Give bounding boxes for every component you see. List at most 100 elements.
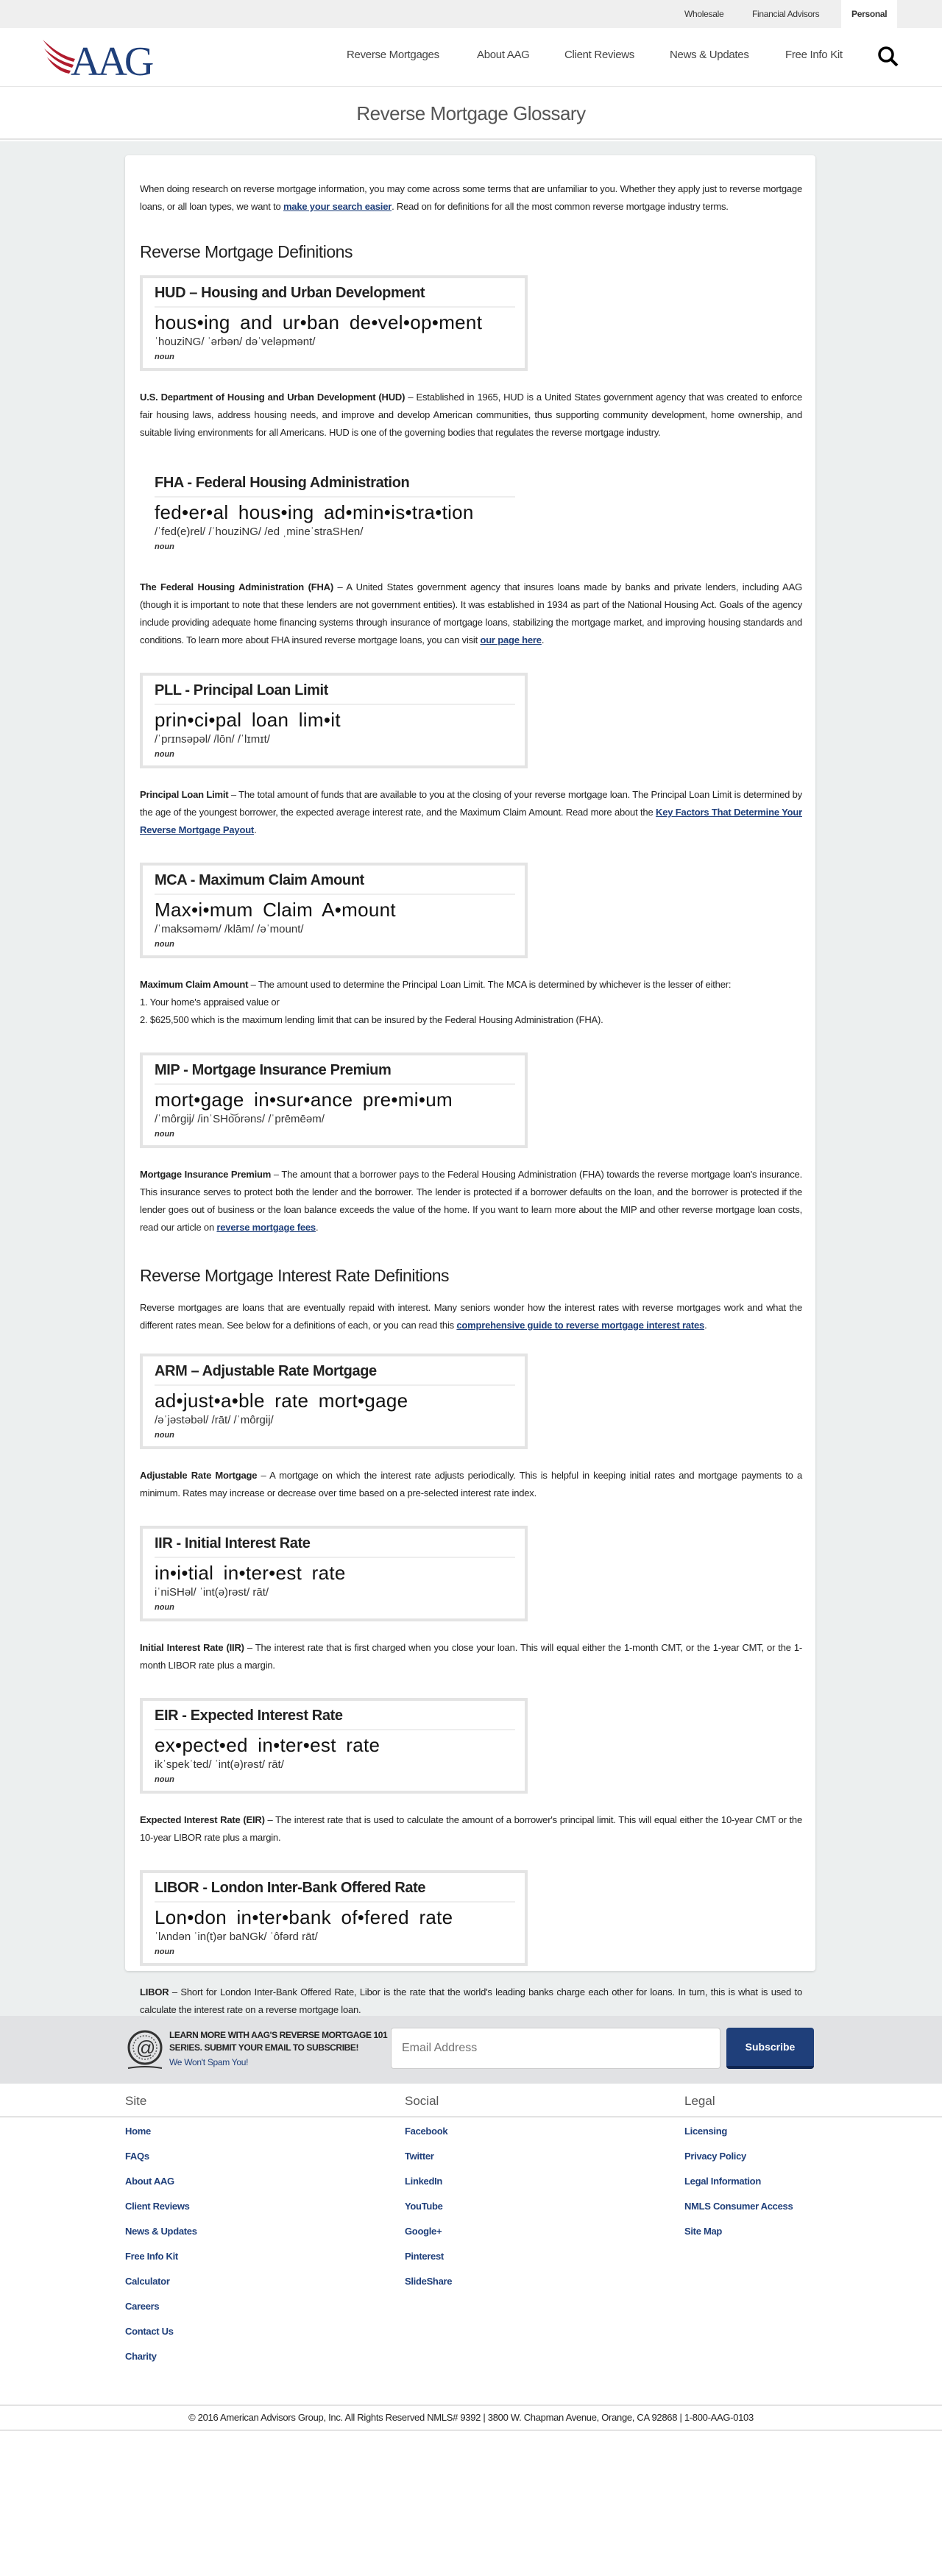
text: . bbox=[541, 634, 545, 645]
nav-client-reviews[interactable]: Client Reviews bbox=[564, 49, 634, 61]
footer-link[interactable]: Facebook bbox=[405, 2126, 452, 2151]
copyright: © 2016 American Advisors Group, Inc. All… bbox=[0, 2405, 942, 2431]
term-part-of-speech: noun bbox=[155, 353, 174, 361]
term-phonetic: /ˈmôrgij/ /inˈSHo͝orəns/ /ˈprēmēəm/ bbox=[155, 1113, 325, 1125]
footer-heading-site: Site bbox=[125, 2094, 147, 2108]
svg-text:@: @ bbox=[136, 2037, 155, 2059]
footer-link[interactable]: Twitter bbox=[405, 2151, 452, 2176]
definition-term: U.S. Department of Housing and Urban Dev… bbox=[140, 392, 406, 403]
footer-link[interactable]: About AAG bbox=[125, 2176, 197, 2201]
footer-legal-links: Licensing Privacy Policy Legal Information… bbox=[684, 2126, 793, 2251]
term-phonetic: /ˈmaksəməm/ /klām/ /əˈmount/ bbox=[155, 923, 304, 935]
term-title: HUD – Housing and Urban Development bbox=[155, 285, 515, 308]
term-definition: Expected Interest Rate (EIR) – The inter… bbox=[140, 1811, 802, 1847]
term-phonetic: ikˈspekˈted/ ˈint(ə)rəst/ rāt/ bbox=[155, 1758, 284, 1771]
footer-link[interactable]: Site Map bbox=[684, 2226, 793, 2251]
term-title: IIR - Initial Interest Rate bbox=[155, 1535, 515, 1558]
nav-reverse-mortgages[interactable]: Reverse Mortgages bbox=[347, 49, 439, 61]
intro-paragraph: When doing research on reverse mortgage … bbox=[140, 180, 802, 216]
definition-term: LIBOR bbox=[140, 1986, 169, 1998]
term-definition: Principal Loan Limit – The total amount … bbox=[140, 786, 802, 839]
footer-link[interactable]: LinkedIn bbox=[405, 2176, 452, 2201]
list-item: 2. $625,500 which is the maximum lending… bbox=[140, 1014, 603, 1025]
inline-link[interactable]: make your search easier bbox=[283, 201, 392, 212]
nav-news-updates[interactable]: News & Updates bbox=[670, 49, 749, 61]
definition-term: Principal Loan Limit bbox=[140, 789, 229, 800]
footer-headings: Site Social Legal bbox=[0, 2084, 942, 2117]
term-title: MIP - Mortgage Insurance Premium bbox=[155, 1062, 515, 1085]
definition-term: Maximum Claim Amount bbox=[140, 979, 249, 990]
term-definition: Mortgage Insurance Premium – The amount … bbox=[140, 1166, 802, 1236]
site-header: AAG Reverse Mortgages About AAG Client R… bbox=[0, 28, 942, 87]
term-title: ARM – Adjustable Rate Mortgage bbox=[155, 1363, 515, 1386]
section-heading: Reverse Mortgage Interest Rate Definitio… bbox=[140, 1266, 450, 1285]
term-phonetic: ˈlʌndən ˈin(t)ər baNGk/ ˈôfərd rāt/ bbox=[155, 1931, 318, 1943]
footer-link[interactable]: Charity bbox=[125, 2351, 197, 2376]
text: . bbox=[704, 1320, 707, 1331]
search-icon[interactable] bbox=[877, 46, 899, 68]
term-part-of-speech: noun bbox=[155, 542, 174, 551]
term-box: PLL - Principal Loan Limit prin•ci•pal lo… bbox=[140, 673, 528, 768]
footer-link[interactable]: FAQs bbox=[125, 2151, 197, 2176]
footer-link[interactable]: News & Updates bbox=[125, 2226, 197, 2251]
footer-link[interactable]: Client Reviews bbox=[125, 2201, 197, 2226]
term-box: HUD – Housing and Urban Development hous•… bbox=[140, 275, 528, 371]
footer-link[interactable]: Careers bbox=[125, 2301, 197, 2326]
footer-link[interactable]: NMLS Consumer Access bbox=[684, 2201, 793, 2226]
nav-about-aag[interactable]: About AAG bbox=[477, 49, 530, 61]
term-part-of-speech: noun bbox=[155, 1775, 174, 1784]
footer-link[interactable]: Pinterest bbox=[405, 2251, 452, 2276]
text: – Short for London Inter-Bank Offered Ra… bbox=[140, 1986, 802, 2015]
definition-term: Initial Interest Rate (IIR) bbox=[140, 1642, 244, 1653]
term-title: PLL - Principal Loan Limit bbox=[155, 682, 515, 705]
inline-link[interactable]: reverse mortgage fees bbox=[216, 1222, 316, 1233]
footer-link[interactable]: Calculator bbox=[125, 2276, 197, 2301]
text: . Read on for definitions for all the mo… bbox=[392, 201, 729, 212]
newsletter-no-spam: We Won't Spam You! bbox=[169, 2057, 249, 2067]
term-definition: Initial Interest Rate (IIR) – The intere… bbox=[140, 1639, 802, 1674]
footer-link[interactable]: Google+ bbox=[405, 2226, 452, 2251]
term-pronunciation: ex•pect•ed in•ter•est rate bbox=[155, 1734, 380, 1756]
footer-link[interactable]: Legal Information bbox=[684, 2176, 793, 2201]
footer-link[interactable]: Privacy Policy bbox=[684, 2151, 793, 2176]
footer-link[interactable]: Free Info Kit bbox=[125, 2251, 197, 2276]
term-pronunciation: prin•ci•pal loan lim•it bbox=[155, 709, 341, 731]
footer-heading-legal: Legal bbox=[684, 2094, 715, 2108]
topbar-personal[interactable]: Personal bbox=[841, 0, 898, 28]
term-part-of-speech: noun bbox=[155, 1130, 174, 1139]
nav-free-info-kit[interactable]: Free Info Kit bbox=[785, 49, 843, 61]
topbar-financial-advisors[interactable]: Financial Advisors bbox=[752, 0, 820, 28]
footer-site-links: Home FAQs About AAG Client Reviews News & Up… bbox=[125, 2126, 197, 2376]
footer-link[interactable]: Licensing bbox=[684, 2126, 793, 2151]
newsletter-promo-text: LEARN MORE WITH AAG'S REVERSE MORTGAGE 1… bbox=[169, 2030, 388, 2053]
inline-link[interactable]: comprehensive guide to reverse mortgage … bbox=[456, 1320, 704, 1331]
term-pronunciation: Max•i•mum Claim A•mount bbox=[155, 899, 396, 921]
section-intro: Reverse mortgages are loans that are eve… bbox=[140, 1299, 802, 1334]
svg-text:AAG: AAG bbox=[71, 39, 153, 78]
term-definition: Maximum Claim Amount – The amount used t… bbox=[140, 976, 802, 1029]
term-pronunciation: Lon•don in•ter•bank of•fered rate bbox=[155, 1906, 453, 1928]
page-title: Reverse Mortgage Glossary bbox=[0, 87, 942, 140]
term-pronunciation: fed•er•al hous•ing ad•min•is•tra•tion bbox=[155, 501, 474, 523]
definition-term: Expected Interest Rate (EIR) bbox=[140, 1814, 265, 1825]
term-part-of-speech: noun bbox=[155, 750, 174, 759]
term-box: MCA - Maximum Claim Amount Max•i•mum Clai… bbox=[140, 863, 528, 958]
inline-link[interactable]: our page here bbox=[480, 634, 542, 645]
text: . bbox=[254, 824, 257, 835]
definition-term: The Federal Housing Administration (FHA) bbox=[140, 581, 333, 592]
email-input[interactable] bbox=[391, 2028, 720, 2069]
footer-link[interactable]: Home bbox=[125, 2126, 197, 2151]
term-box: ARM – Adjustable Rate Mortgage ad•just•a•… bbox=[140, 1354, 528, 1449]
glossary-card: When doing research on reverse mortgage … bbox=[125, 155, 815, 2015]
definition-term: Adjustable Rate Mortgage bbox=[140, 1470, 258, 1481]
term-phonetic: /ˈfed(e)rel/ /ˈhouziNG/ /ed ˌmineˈstraSH… bbox=[155, 526, 364, 538]
subscribe-button[interactable]: Subscribe bbox=[726, 2028, 814, 2069]
footer-link[interactable]: Contact Us bbox=[125, 2326, 197, 2351]
topbar-wholesale[interactable]: Wholesale bbox=[684, 0, 724, 28]
footer-link[interactable]: YouTube bbox=[405, 2201, 452, 2226]
section-heading: Reverse Mortgage Definitions bbox=[140, 242, 353, 261]
term-definition: U.S. Department of Housing and Urban Dev… bbox=[140, 389, 802, 442]
term-title: LIBOR - London Inter-Bank Offered Rate bbox=[155, 1880, 515, 1903]
aag-logo[interactable]: AAG bbox=[41, 37, 174, 78]
footer-link[interactable]: SlideShare bbox=[405, 2276, 453, 2301]
